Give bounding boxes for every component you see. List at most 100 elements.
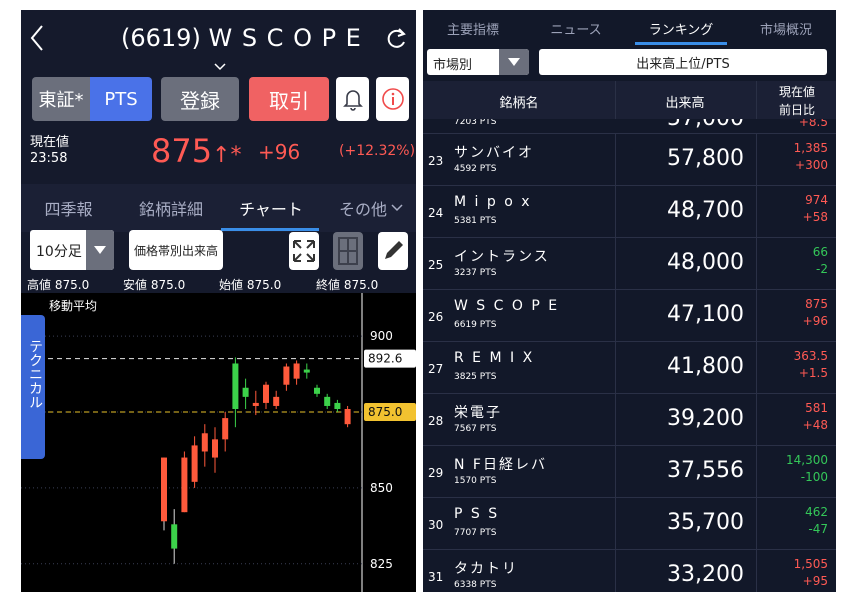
- trade-button[interactable]: 取引: [249, 77, 329, 121]
- stock-code: 4592 PTS: [454, 164, 497, 174]
- candle-body: [222, 418, 229, 440]
- chevron-down-icon[interactable]: [214, 56, 226, 75]
- tab-ranking[interactable]: ランキング: [629, 10, 733, 46]
- market-tse-button[interactable]: 東証*: [32, 77, 90, 121]
- price-label: 現在値: [30, 135, 70, 150]
- ranking-table-header: 銘柄名 出来高 現在値 前日比: [423, 81, 836, 119]
- market-select[interactable]: 市場別: [427, 49, 529, 75]
- stock-name: W S C O P E: [454, 298, 560, 314]
- volume-value: 37,556: [667, 458, 744, 483]
- refresh-icon[interactable]: [385, 26, 407, 54]
- stock-tabs: 四季報 銘柄詳細 チャート その他: [21, 184, 416, 232]
- y-tick-label: 900: [370, 329, 393, 343]
- ohlc-close: 終値 875.0: [316, 278, 379, 292]
- tab-ranking-label: ランキング: [648, 22, 714, 38]
- col-divider: [756, 394, 757, 445]
- ranking-panel: 主要指標 ニュース ランキング 市場概況 市場別 出来高上位/PTS 銘柄名 出…: [423, 10, 836, 592]
- back-icon[interactable]: [29, 24, 45, 56]
- ranking-row[interactable]: 28 栄電子 7567 PTS 39,200 581 +48: [423, 394, 836, 446]
- chart-area[interactable]: 移動平均 900 850 825 892.6 875.0 テクニカル: [21, 293, 416, 592]
- ranking-row[interactable]: 27 R E M I X 3825 PTS 41,800 363.5 +1.5: [423, 342, 836, 394]
- tab-detail[interactable]: 銘柄詳細: [121, 184, 221, 232]
- ranking-row[interactable]: 23 サンバイオ 4592 PTS 57,800 1,385 +300: [423, 134, 836, 186]
- ranking-row[interactable]: 30 P S S 7707 PTS 35,700 462 -47: [423, 498, 836, 550]
- col-change: 前日比: [778, 103, 815, 117]
- col-divider: [615, 290, 616, 341]
- price-change-pct: (+12.32%): [339, 143, 416, 159]
- price-value: 14,300: [786, 453, 828, 467]
- col-divider: [615, 134, 616, 185]
- candle-body: [263, 384, 269, 403]
- candle-body: [181, 457, 188, 513]
- volume-value: 48,000: [667, 250, 744, 275]
- volume-value: 39,200: [667, 406, 744, 431]
- price-value: 875: [805, 297, 828, 311]
- tab-chart[interactable]: チャート: [221, 184, 321, 232]
- change-value: -47: [808, 522, 828, 536]
- ranking-row[interactable]: 25 イントランス 3237 PTS 48,000 66 -2: [423, 238, 836, 290]
- ranking-row[interactable]: 29 N F日経レバ 1570 PTS 37,556 14,300 -100: [423, 446, 836, 498]
- price-value: 1,505: [793, 557, 828, 571]
- rank-number: 27: [428, 362, 444, 376]
- register-button[interactable]: 登録: [161, 77, 239, 121]
- partial-row[interactable]: 7203 PTS 57,000 +8.5: [423, 119, 836, 134]
- layout-button[interactable]: [333, 232, 363, 270]
- current-price-label: 875.0: [368, 405, 402, 419]
- tab-more-label: その他: [338, 200, 387, 219]
- interval-label: 10分足: [36, 244, 82, 260]
- tab-shikiho[interactable]: 四季報: [21, 184, 116, 232]
- rank-number: 28: [428, 414, 444, 428]
- col-volume: 出来高: [665, 96, 705, 111]
- fullscreen-button[interactable]: [289, 232, 319, 270]
- volume-by-price-button[interactable]: 価格帯別出来高: [129, 230, 223, 270]
- col-divider: [615, 446, 616, 497]
- market-pts-button[interactable]: PTS: [90, 77, 152, 121]
- ranking-row[interactable]: 26 W S C O P E 6619 PTS 47,100 875 +96: [423, 290, 836, 342]
- tab-market-overview[interactable]: 市場概況: [736, 10, 836, 46]
- candle-body: [314, 387, 320, 394]
- market-tse-label: 東証*: [38, 90, 84, 111]
- tab-chart-label: チャート: [239, 200, 303, 219]
- ranking-row[interactable]: 31 タカトリ 6338 PTS 33,200 1,505 +95: [423, 550, 836, 592]
- volume-value: 41,800: [667, 354, 744, 379]
- candle-body: [161, 457, 167, 522]
- rank-number: 24: [428, 206, 444, 220]
- change-value: +48: [802, 418, 828, 432]
- stock-name: N F日経レバ: [454, 457, 547, 473]
- expand-icon: [293, 240, 315, 262]
- ohlc-high: 高値 875.0: [27, 278, 90, 292]
- partial-row-change: +8.5: [798, 119, 828, 129]
- y-tick-label: 850: [370, 481, 393, 495]
- rank-number: 26: [428, 310, 444, 324]
- change-value: +58: [802, 210, 828, 224]
- tab-news[interactable]: ニュース: [526, 10, 626, 46]
- draw-button[interactable]: [378, 232, 408, 270]
- col-divider: [756, 81, 757, 119]
- ranking-row[interactable]: 24 M i p o x 5381 PTS 48,700 974 +58: [423, 186, 836, 238]
- interval-select[interactable]: 10分足: [30, 230, 114, 270]
- price-value: 974: [805, 193, 828, 207]
- ranking-type-button[interactable]: 出来高上位/PTS: [539, 49, 827, 75]
- technical-tab-label: テクニカル: [27, 339, 43, 409]
- candle-body: [171, 524, 178, 549]
- technical-tab[interactable]: テクニカル: [21, 315, 45, 459]
- candle-body: [334, 402, 341, 409]
- col-divider: [756, 342, 757, 393]
- high-price-label: 892.6: [368, 352, 402, 366]
- tab-key-indicators[interactable]: 主要指標: [423, 10, 523, 46]
- rank-number: 29: [428, 466, 444, 480]
- stock-code: 3237 PTS: [454, 268, 497, 278]
- col-divider: [756, 290, 757, 341]
- col-divider: [756, 238, 757, 289]
- info-button[interactable]: [376, 77, 409, 121]
- col-divider: [756, 498, 757, 549]
- alert-button[interactable]: [336, 77, 369, 121]
- col-price: 現在値: [778, 85, 815, 99]
- market-select-label: 市場別: [433, 58, 473, 73]
- stock-name: サンバイオ: [454, 145, 534, 161]
- current-price-value: 875: [151, 132, 213, 170]
- price-change: +96: [258, 140, 301, 164]
- candle-body: [273, 396, 280, 406]
- tab-more[interactable]: その他: [326, 184, 416, 232]
- tab-key-indicators-label: 主要指標: [446, 22, 499, 38]
